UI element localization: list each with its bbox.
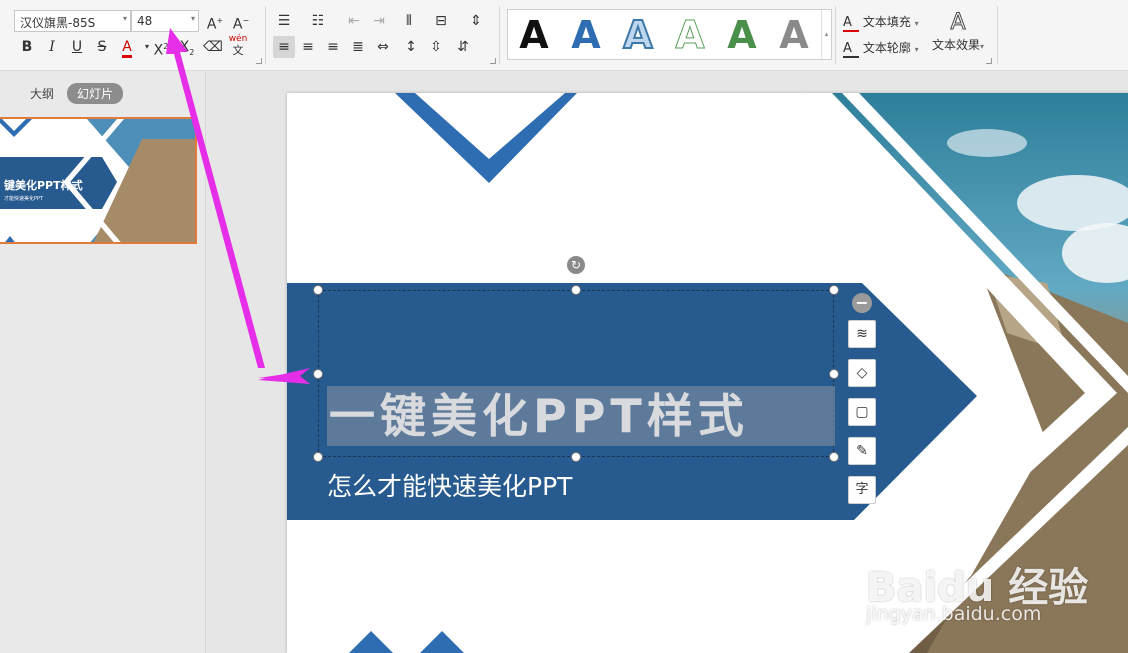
eraser-icon[interactable]: ⌫ bbox=[202, 36, 224, 58]
phonetic-label: wén bbox=[228, 34, 248, 44]
wordart-style-green-outline[interactable]: A bbox=[667, 13, 713, 58]
distribute-icon[interactable]: ⇔ bbox=[372, 36, 394, 58]
chevron-down-icon: ▾ bbox=[980, 42, 985, 51]
strikethrough-icon[interactable]: S bbox=[91, 36, 113, 58]
wordart-style-green[interactable]: A bbox=[719, 13, 765, 57]
increase-indent-icon[interactable]: ⇥ bbox=[368, 10, 390, 32]
text-fill-button[interactable]: A 文本填充 ▾ bbox=[843, 13, 919, 32]
slide-title[interactable]: 一键美化PPT样式 bbox=[327, 386, 835, 446]
text-outline-button[interactable]: A 文本轮廓 ▾ bbox=[843, 39, 919, 58]
text-direction-icon[interactable]: ⫴ bbox=[398, 10, 420, 32]
collapse-icon[interactable]: − bbox=[852, 293, 872, 313]
chevron-down-icon: ▾ bbox=[914, 45, 919, 54]
numbered-list-icon[interactable]: ☷ bbox=[307, 10, 329, 32]
wordart-style-blue[interactable]: A bbox=[563, 13, 609, 57]
text-fill-label: 文本填充 bbox=[862, 15, 911, 29]
tab-slides[interactable]: 幻灯片 bbox=[67, 83, 124, 104]
underline-icon[interactable]: U bbox=[66, 36, 88, 58]
resize-handle-bottom-right[interactable] bbox=[829, 452, 839, 462]
font-dialog-launcher-icon[interactable] bbox=[256, 58, 262, 64]
text-fill-icon: A bbox=[843, 15, 859, 32]
font-color-icon[interactable]: A bbox=[116, 36, 138, 58]
decrease-indent-icon[interactable]: ⇤ bbox=[343, 10, 365, 32]
text-outline-label: 文本轮廓 bbox=[862, 41, 911, 55]
chevron-down-icon: ▾ bbox=[914, 19, 919, 28]
column-spacing-icon[interactable]: ⇳ bbox=[425, 36, 447, 58]
chevron-down-icon: ▾ bbox=[122, 14, 127, 23]
superscript-icon[interactable]: X2 bbox=[150, 36, 172, 59]
align-text-icon[interactable]: ⊟ bbox=[430, 10, 452, 32]
font-size-select[interactable]: 48 ▾ bbox=[131, 10, 199, 32]
wordart-dialog-launcher-icon[interactable] bbox=[986, 58, 992, 64]
ribbon-toolbar: 汉仪旗黑-85S ▾ 48 ▾ A+ A− B I U S A ▾ X2 X2 … bbox=[0, 0, 1128, 87]
spacing-options-icon[interactable]: ⇵ bbox=[452, 36, 474, 58]
italic-icon[interactable]: I bbox=[41, 36, 63, 58]
font-name-value: 汉仪旗黑-85S bbox=[20, 16, 96, 30]
resize-handle-left[interactable] bbox=[313, 369, 323, 379]
text-effect-icon: A bbox=[950, 10, 966, 36]
frame-icon[interactable]: ▢ bbox=[848, 398, 876, 426]
baidu-watermark-url: jingyan.baidu.com bbox=[866, 603, 1042, 625]
line-spacing-icon[interactable]: ⇕ bbox=[465, 10, 487, 32]
divider bbox=[997, 6, 998, 64]
text-wrap-icon[interactable]: 字 bbox=[848, 476, 876, 504]
resize-handle-bottom[interactable] bbox=[571, 452, 581, 462]
slide-subtitle[interactable]: 怎么才能快速美化PPT bbox=[327, 467, 572, 503]
thumbnail-subtitle: 才能快速美化PPT bbox=[4, 196, 44, 202]
slide-thumbnail-1[interactable]: 键美化PPT样式 才能快速美化PPT bbox=[0, 117, 197, 244]
font-size-value: 48 bbox=[137, 14, 153, 28]
wordart-style-gray[interactable]: A bbox=[771, 13, 817, 57]
paragraph-spacing-icon[interactable]: ↕ bbox=[400, 36, 422, 58]
text-effect-label: 文本效果 bbox=[931, 38, 980, 52]
pen-icon[interactable]: ✎ bbox=[848, 437, 876, 465]
font-name-select[interactable]: 汉仪旗黑-85S ▾ bbox=[14, 10, 131, 32]
resize-handle-bottom-left[interactable] bbox=[313, 452, 323, 462]
bold-icon[interactable]: B bbox=[16, 36, 38, 58]
paragraph-dialog-launcher-icon[interactable] bbox=[490, 58, 496, 64]
gallery-more-icon[interactable]: ▴▾ bbox=[821, 10, 831, 87]
resize-handle-top-left[interactable] bbox=[313, 285, 323, 295]
rotate-handle-icon[interactable]: ↻ bbox=[567, 256, 585, 274]
wordart-style-black[interactable]: A bbox=[511, 13, 557, 57]
wordart-style-gallery: A A A A A A ▴▾ bbox=[507, 9, 832, 87]
divider bbox=[499, 6, 500, 64]
text-outline-icon: A bbox=[843, 41, 859, 58]
chevron-down-icon: ▾ bbox=[190, 14, 195, 23]
bullet-list-icon[interactable]: ☰ bbox=[273, 10, 295, 32]
resize-handle-top[interactable] bbox=[571, 285, 581, 295]
fill-icon[interactable]: ◇ bbox=[848, 359, 876, 387]
tab-outline[interactable]: 大纲 bbox=[30, 85, 54, 102]
align-left-icon[interactable]: ≡ bbox=[273, 36, 295, 58]
layers-icon[interactable]: ≋ bbox=[848, 320, 876, 348]
wordart-style-blue-outline[interactable]: A bbox=[615, 12, 661, 58]
decrease-font-size-icon[interactable]: A− bbox=[230, 10, 252, 33]
align-right-icon[interactable]: ≡ bbox=[322, 36, 344, 58]
divider bbox=[265, 6, 266, 64]
phonetic-guide-icon[interactable]: wén 文 bbox=[227, 34, 249, 56]
text-effect-button[interactable]: A 文本效果▾ bbox=[928, 10, 988, 53]
justify-icon[interactable]: ≣ bbox=[347, 36, 369, 58]
resize-handle-top-right[interactable] bbox=[829, 285, 839, 295]
resize-handle-right[interactable] bbox=[829, 369, 839, 379]
thumbnail-title: 键美化PPT样式 bbox=[4, 179, 83, 192]
subscript-icon[interactable]: X2 bbox=[176, 36, 198, 58]
increase-font-size-icon[interactable]: A+ bbox=[204, 10, 226, 33]
align-center-icon[interactable]: ≡ bbox=[297, 36, 319, 58]
divider bbox=[835, 6, 836, 64]
